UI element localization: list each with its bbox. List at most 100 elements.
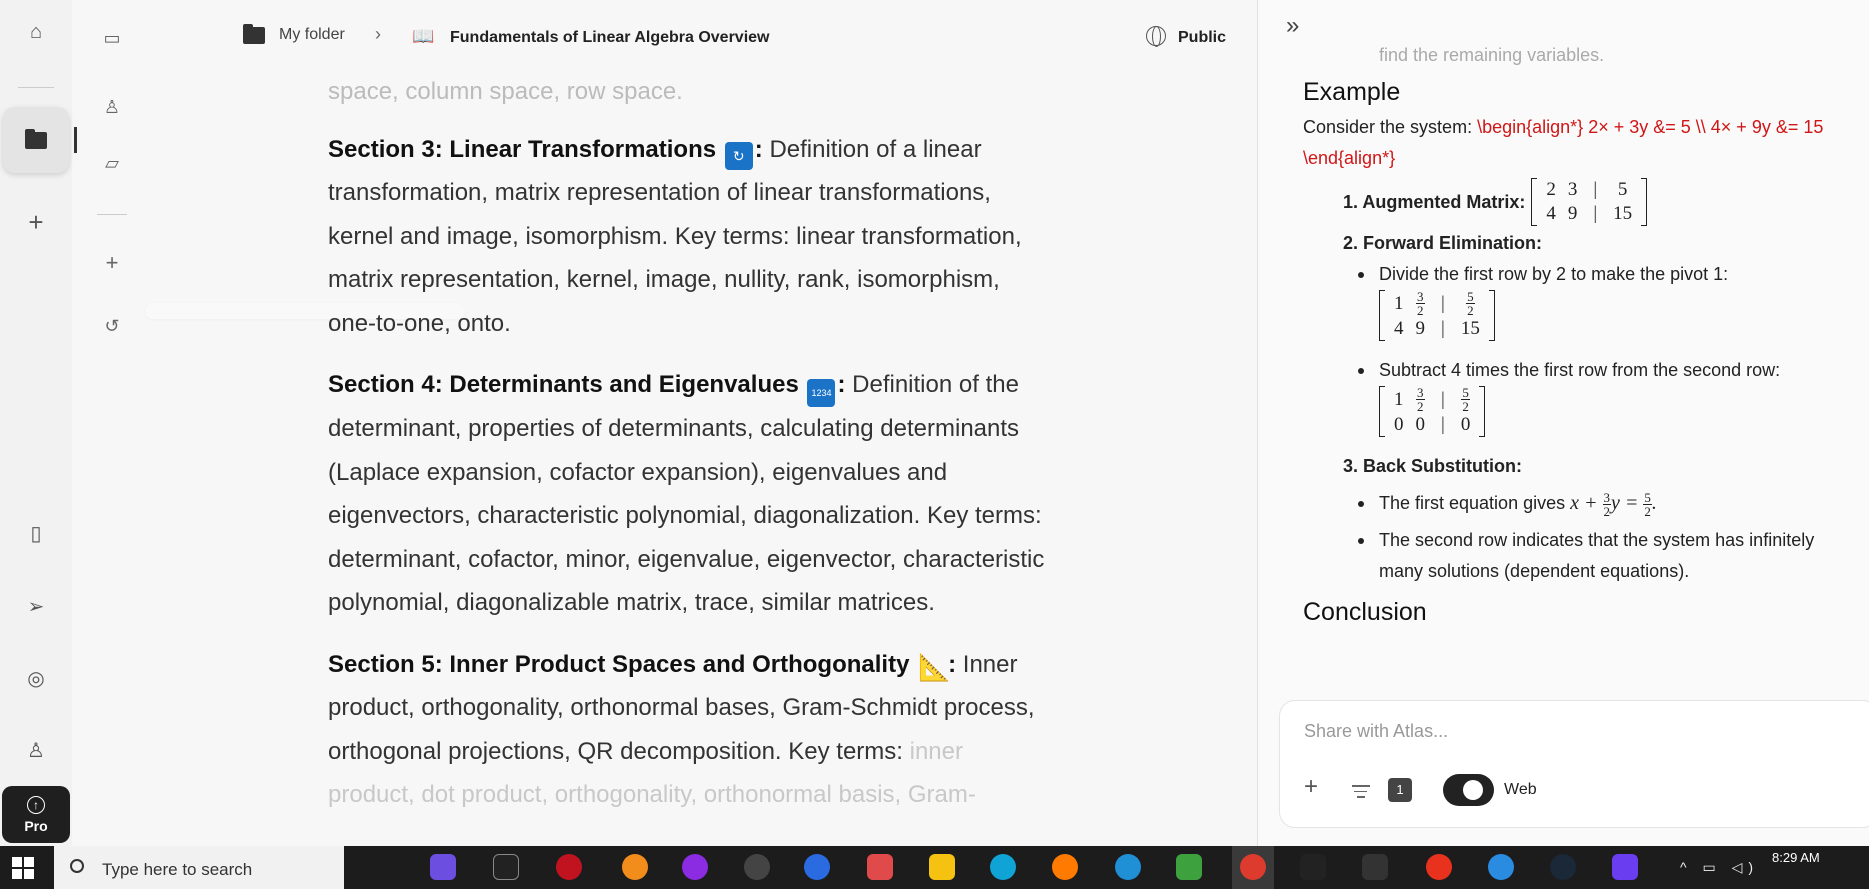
user-icon[interactable]: ♙ xyxy=(97,92,127,122)
epic-games-icon[interactable] xyxy=(493,854,519,880)
book-icon: 📖 xyxy=(412,26,435,46)
folder-icon xyxy=(25,128,47,149)
chat-placeholder[interactable]: Share with Atlas... xyxy=(1304,721,1448,742)
step-label: 3. Back Substitution: xyxy=(1343,456,1523,476)
step-augmented: 1. Augmented Matrix: 2 3 | 5 4 9 | 15 xyxy=(1303,178,1863,226)
matrix-cell: 2 xyxy=(1546,179,1556,200)
firefox-icon[interactable] xyxy=(1052,854,1078,880)
attach-plus-icon[interactable]: + xyxy=(1304,773,1318,801)
refresh-emoji-icon: ↻ xyxy=(724,141,753,170)
edge-icon[interactable] xyxy=(990,854,1016,880)
folder-outline-icon[interactable]: ▱ xyxy=(97,148,127,178)
new-plus-icon[interactable]: + xyxy=(18,204,54,240)
section-item: Section 5: Inner Product Spaces and Orth… xyxy=(328,643,1048,817)
library-button[interactable] xyxy=(3,107,69,173)
folder-icon xyxy=(243,23,265,44)
mobile-icon[interactable]: ▯ xyxy=(18,515,54,551)
copilot-icon[interactable] xyxy=(430,854,456,880)
section-item: Section 3: Linear Transformations ↻: Def… xyxy=(328,128,1048,346)
origin-icon[interactable] xyxy=(622,854,648,880)
breadcrumb-folder-label: My folder xyxy=(279,26,345,43)
section-heading: Section 3: Linear Transformations xyxy=(328,135,717,163)
file-explorer-icon[interactable] xyxy=(929,854,955,880)
purple-app-icon[interactable] xyxy=(1612,854,1638,880)
bullet-divide: Divide the first row by 2 to make the pi… xyxy=(1303,259,1863,290)
toggle-sidebar-icon[interactable]: ▭ xyxy=(97,23,127,53)
mail-app-icon[interactable] xyxy=(867,854,893,880)
matrix-cell: 5 xyxy=(1617,179,1628,200)
matrix-after-subtract: 1 3 2 | 5 2 0 0 | 0 xyxy=(1379,386,1486,437)
history-icon[interactable]: ↺ xyxy=(97,311,127,341)
primary-sidebar: ⌂ + ▯ ➢ ◎ ♙ ↑ Pro xyxy=(0,0,72,846)
web-toggle[interactable] xyxy=(1443,774,1494,806)
search-icon xyxy=(70,859,84,873)
bullet-second-row: The second row indicates that the system… xyxy=(1303,525,1863,587)
matrix-row: 4 9 | 15 xyxy=(1540,202,1638,226)
bullet-subtract: Subtract 4 times the first row from the … xyxy=(1303,355,1863,386)
bullet-text: The first equation gives xyxy=(1379,493,1566,513)
taskbar-search-placeholder: Type here to search xyxy=(102,860,253,879)
active-indicator xyxy=(74,127,77,153)
pro-label: Pro xyxy=(24,817,48,834)
matrix-row: 2 3 | 5 xyxy=(1540,178,1638,202)
web-label: Web xyxy=(1504,781,1537,798)
step-label: 2. Forward Elimination: xyxy=(1343,233,1543,253)
browser-icon[interactable] xyxy=(804,854,830,880)
profile-icon[interactable]: ♙ xyxy=(18,732,54,768)
section-body: Definition of the determinant, propertie… xyxy=(328,371,1045,616)
matrix-cell: 4 xyxy=(1546,203,1556,224)
ea-icon[interactable] xyxy=(1426,854,1452,880)
assistant-response: find the remaining variables. Example Co… xyxy=(1303,45,1863,632)
chat-input-box[interactable]: Share with Atlas... + 1 Web xyxy=(1279,700,1869,828)
step-back: 3. Back Substitution: xyxy=(1303,451,1863,482)
step-forward: 2. Forward Elimination: xyxy=(1303,228,1863,259)
augmented-matrix: 2 3 | 5 4 9 | 15 xyxy=(1531,178,1648,226)
app-window: ⌂ + ▯ ➢ ◎ ♙ ↑ Pro ▭ ♙ ▱ + ↺ My folder › … xyxy=(0,0,1869,846)
breadcrumb-folder[interactable]: My folder xyxy=(243,23,345,44)
section-heading: Section 4: Determinants and Eigenvalues xyxy=(328,371,799,398)
globe-icon[interactable] xyxy=(1146,26,1166,47)
steam-icon[interactable] xyxy=(1550,854,1576,880)
help-lifebuoy-icon[interactable]: ◎ xyxy=(18,660,54,696)
chrome-icon[interactable] xyxy=(1240,854,1266,880)
filter-icon[interactable] xyxy=(1352,785,1370,802)
plane-app-icon[interactable] xyxy=(1362,854,1388,880)
bullet-text: Subtract 4 times the first row from the … xyxy=(1379,360,1781,380)
home-icon[interactable]: ⌂ xyxy=(18,14,54,50)
conclusion-heading: Conclusion xyxy=(1303,598,1427,626)
section-item: Section 4: Determinants and Eigenvalues … xyxy=(328,363,1048,625)
triangle-ruler-emoji-icon: 📐 xyxy=(918,651,951,682)
numbers-emoji-icon: 1234 xyxy=(807,379,836,407)
faded-text: find the remaining variables. xyxy=(1379,45,1605,65)
app-circle-icon[interactable] xyxy=(682,854,708,880)
source-count-badge[interactable]: 1 xyxy=(1388,778,1412,802)
bullet-text: Divide the first row by 2 to make the pi… xyxy=(1379,264,1729,284)
sidebar-divider xyxy=(18,87,54,88)
opera-icon[interactable] xyxy=(556,854,582,880)
edge-dev-icon[interactable] xyxy=(1115,854,1141,880)
add-icon[interactable]: + xyxy=(97,248,127,278)
pro-upgrade-button[interactable]: ↑ Pro xyxy=(2,786,70,843)
windows-start-icon[interactable] xyxy=(12,857,34,879)
arrow-up-circle-icon: ↑ xyxy=(27,795,45,814)
matrix-cell: | xyxy=(1593,179,1598,200)
ai-app-icon[interactable] xyxy=(1300,854,1326,880)
bullet-text: The second row indicates that the system… xyxy=(1379,530,1815,581)
consider-prefix: Consider the system: xyxy=(1303,117,1473,137)
consider-line: Consider the system: \begin{align*} 2× +… xyxy=(1303,112,1863,174)
taskbar-clock[interactable]: 8:29 AM xyxy=(1772,850,1820,865)
system-tray[interactable]: ^ ▭ ◁) xyxy=(1680,859,1759,876)
chevron-right-icon: › xyxy=(375,24,381,44)
fingerprint-app-icon[interactable] xyxy=(744,854,770,880)
taskbar-search[interactable]: Type here to search xyxy=(54,846,344,889)
section-body: Definition of a linear transformation, m… xyxy=(328,135,1022,337)
visibility-button[interactable]: Public xyxy=(1178,29,1226,47)
page-title[interactable]: Fundamentals of Linear Algebra Overview xyxy=(450,29,770,47)
secondary-divider xyxy=(97,214,127,215)
collapse-panel-icon[interactable]: » xyxy=(1286,12,1299,40)
document-body: space, column space, row space. Section … xyxy=(328,70,1048,846)
chat-app-icon[interactable] xyxy=(1488,854,1514,880)
send-icon[interactable]: ➢ xyxy=(18,588,54,624)
section-heading: Section 5: Inner Product Spaces and Orth… xyxy=(328,650,910,678)
spreadsheet-icon[interactable] xyxy=(1176,854,1202,880)
